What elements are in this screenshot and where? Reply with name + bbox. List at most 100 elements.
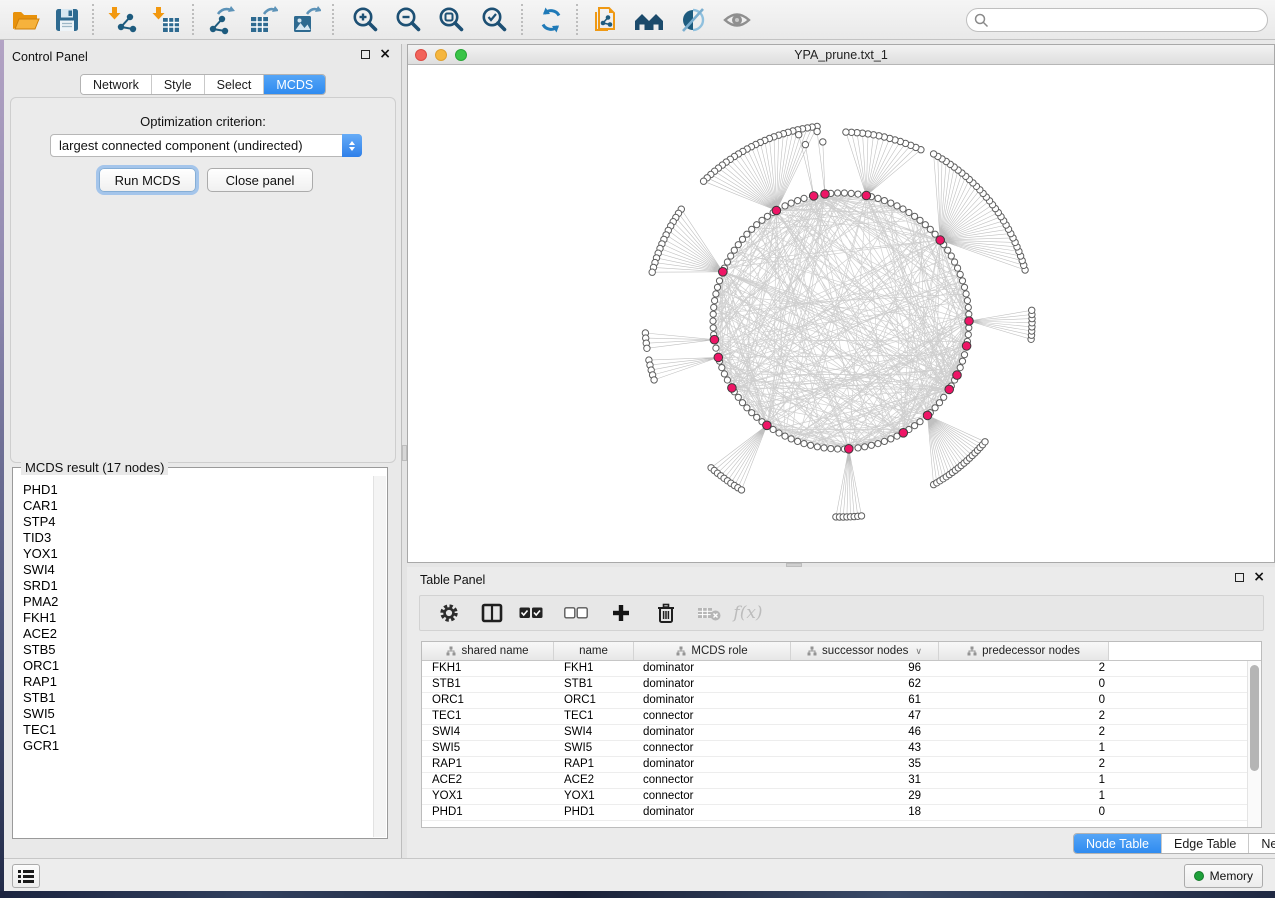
window-close-icon[interactable] — [415, 49, 427, 61]
tab-style[interactable]: Style — [151, 75, 204, 94]
network-node[interactable] — [855, 445, 861, 451]
save-session-icon[interactable] — [49, 4, 85, 36]
tab-node-table[interactable]: Node Table — [1074, 834, 1161, 853]
memory-button[interactable]: Memory — [1184, 864, 1263, 888]
table-row[interactable]: STB1STB1dominator620 — [422, 677, 1261, 693]
network-node[interactable] — [922, 222, 928, 228]
close-panel-icon[interactable]: × — [379, 49, 391, 59]
network-node[interactable] — [948, 253, 954, 259]
network-node[interactable] — [724, 377, 730, 383]
network-node[interactable] — [961, 284, 967, 290]
network-node[interactable] — [788, 436, 794, 442]
select-all-icon[interactable] — [518, 600, 544, 626]
network-node[interactable] — [964, 298, 970, 304]
column-view-icon[interactable] — [479, 600, 505, 626]
log-console-button[interactable] — [12, 864, 40, 888]
network-node[interactable] — [719, 365, 725, 371]
mcds-hub-node[interactable] — [845, 445, 854, 454]
mcds-result-item[interactable]: YOX1 — [23, 546, 372, 562]
network-leaf-node[interactable] — [738, 487, 744, 493]
tab-edge-table[interactable]: Edge Table — [1161, 834, 1248, 853]
gear-icon[interactable] — [436, 600, 462, 626]
network-leaf-node[interactable] — [796, 132, 802, 138]
network-node[interactable] — [782, 433, 788, 439]
network-node[interactable] — [932, 405, 938, 411]
column-header-predecessor-nodes[interactable]: predecessor nodes — [939, 642, 1109, 660]
network-node[interactable] — [710, 318, 716, 324]
mcds-result-item[interactable]: GCR1 — [23, 738, 372, 754]
network-node[interactable] — [721, 371, 727, 377]
mcds-hub-node[interactable] — [899, 429, 908, 438]
mcds-result-item[interactable]: SRD1 — [23, 578, 372, 594]
network-node[interactable] — [959, 358, 965, 364]
network-node[interactable] — [782, 203, 788, 209]
mcds-result-item[interactable]: STB5 — [23, 642, 372, 658]
network-node[interactable] — [959, 278, 965, 284]
refresh-icon[interactable] — [533, 4, 569, 36]
network-node[interactable] — [749, 226, 755, 232]
network-node[interactable] — [795, 438, 801, 444]
home-panels-icon[interactable] — [632, 4, 668, 36]
network-node[interactable] — [711, 304, 717, 310]
network-node[interactable] — [875, 195, 881, 201]
table-row[interactable]: SWI5SWI5connector431 — [422, 741, 1261, 757]
network-node[interactable] — [961, 352, 967, 358]
network-leaf-node[interactable] — [644, 345, 650, 351]
network-node[interactable] — [776, 430, 782, 436]
mcds-list-scrollbar[interactable] — [373, 476, 386, 837]
network-node[interactable] — [912, 213, 918, 219]
network-leaf-node[interactable] — [858, 513, 864, 519]
network-node[interactable] — [957, 365, 963, 371]
network-node[interactable] — [945, 247, 951, 253]
mcds-result-item[interactable]: STB1 — [23, 690, 372, 706]
mcds-result-item[interactable]: ORC1 — [23, 658, 372, 674]
export-image-icon[interactable] — [288, 4, 324, 36]
network-node[interactable] — [801, 441, 807, 447]
mcds-hub-node[interactable] — [923, 411, 932, 420]
network-node[interactable] — [716, 278, 722, 284]
table-row[interactable]: YOX1YOX1connector291 — [422, 789, 1261, 805]
network-node[interactable] — [862, 444, 868, 450]
network-node[interactable] — [821, 445, 827, 451]
network-node[interactable] — [710, 311, 716, 317]
hide-style-eye-icon[interactable] — [675, 4, 711, 36]
mcds-hub-node[interactable] — [772, 206, 781, 215]
mcds-result-item[interactable]: SWI5 — [23, 706, 372, 722]
tab-network-table[interactable]: Network Table — [1248, 834, 1275, 853]
network-node[interactable] — [749, 410, 755, 416]
mcds-hub-node[interactable] — [763, 421, 772, 430]
criterion-dropdown[interactable]: largest connected component (undirected) — [50, 134, 362, 157]
network-node[interactable] — [731, 247, 737, 253]
mcds-result-item[interactable]: PMA2 — [23, 594, 372, 610]
network-node[interactable] — [735, 242, 741, 248]
column-header-shared-name[interactable]: shared name — [422, 642, 554, 660]
network-node[interactable] — [739, 236, 745, 242]
mcds-hub-node[interactable] — [714, 353, 723, 362]
mcds-hub-node[interactable] — [953, 371, 962, 380]
mcds-hub-node[interactable] — [945, 385, 954, 394]
mcds-result-item[interactable]: PHD1 — [23, 482, 372, 498]
network-node[interactable] — [888, 200, 894, 206]
network-node[interactable] — [875, 441, 881, 447]
zoom-in-icon[interactable] — [347, 4, 383, 36]
network-node[interactable] — [881, 438, 887, 444]
network-node[interactable] — [906, 209, 912, 215]
network-node[interactable] — [713, 345, 719, 351]
network-node[interactable] — [912, 423, 918, 429]
network-node[interactable] — [900, 206, 906, 212]
close-panel-button[interactable]: Close panel — [207, 168, 313, 192]
network-leaf-node[interactable] — [649, 269, 655, 275]
close-panel-icon[interactable]: × — [1253, 572, 1265, 582]
tab-mcds[interactable]: MCDS — [263, 75, 325, 94]
network-leaf-node[interactable] — [802, 141, 808, 147]
mcds-result-item[interactable]: TEC1 — [23, 722, 372, 738]
network-node[interactable] — [941, 394, 947, 400]
mcds-hub-node[interactable] — [728, 384, 737, 393]
network-node[interactable] — [927, 226, 933, 232]
export-network-icon[interactable] — [202, 4, 238, 36]
column-header-name[interactable]: name — [554, 642, 634, 660]
add-column-icon[interactable] — [608, 600, 634, 626]
network-node[interactable] — [744, 231, 750, 237]
network-node[interactable] — [855, 191, 861, 197]
mcds-hub-node[interactable] — [719, 268, 728, 277]
